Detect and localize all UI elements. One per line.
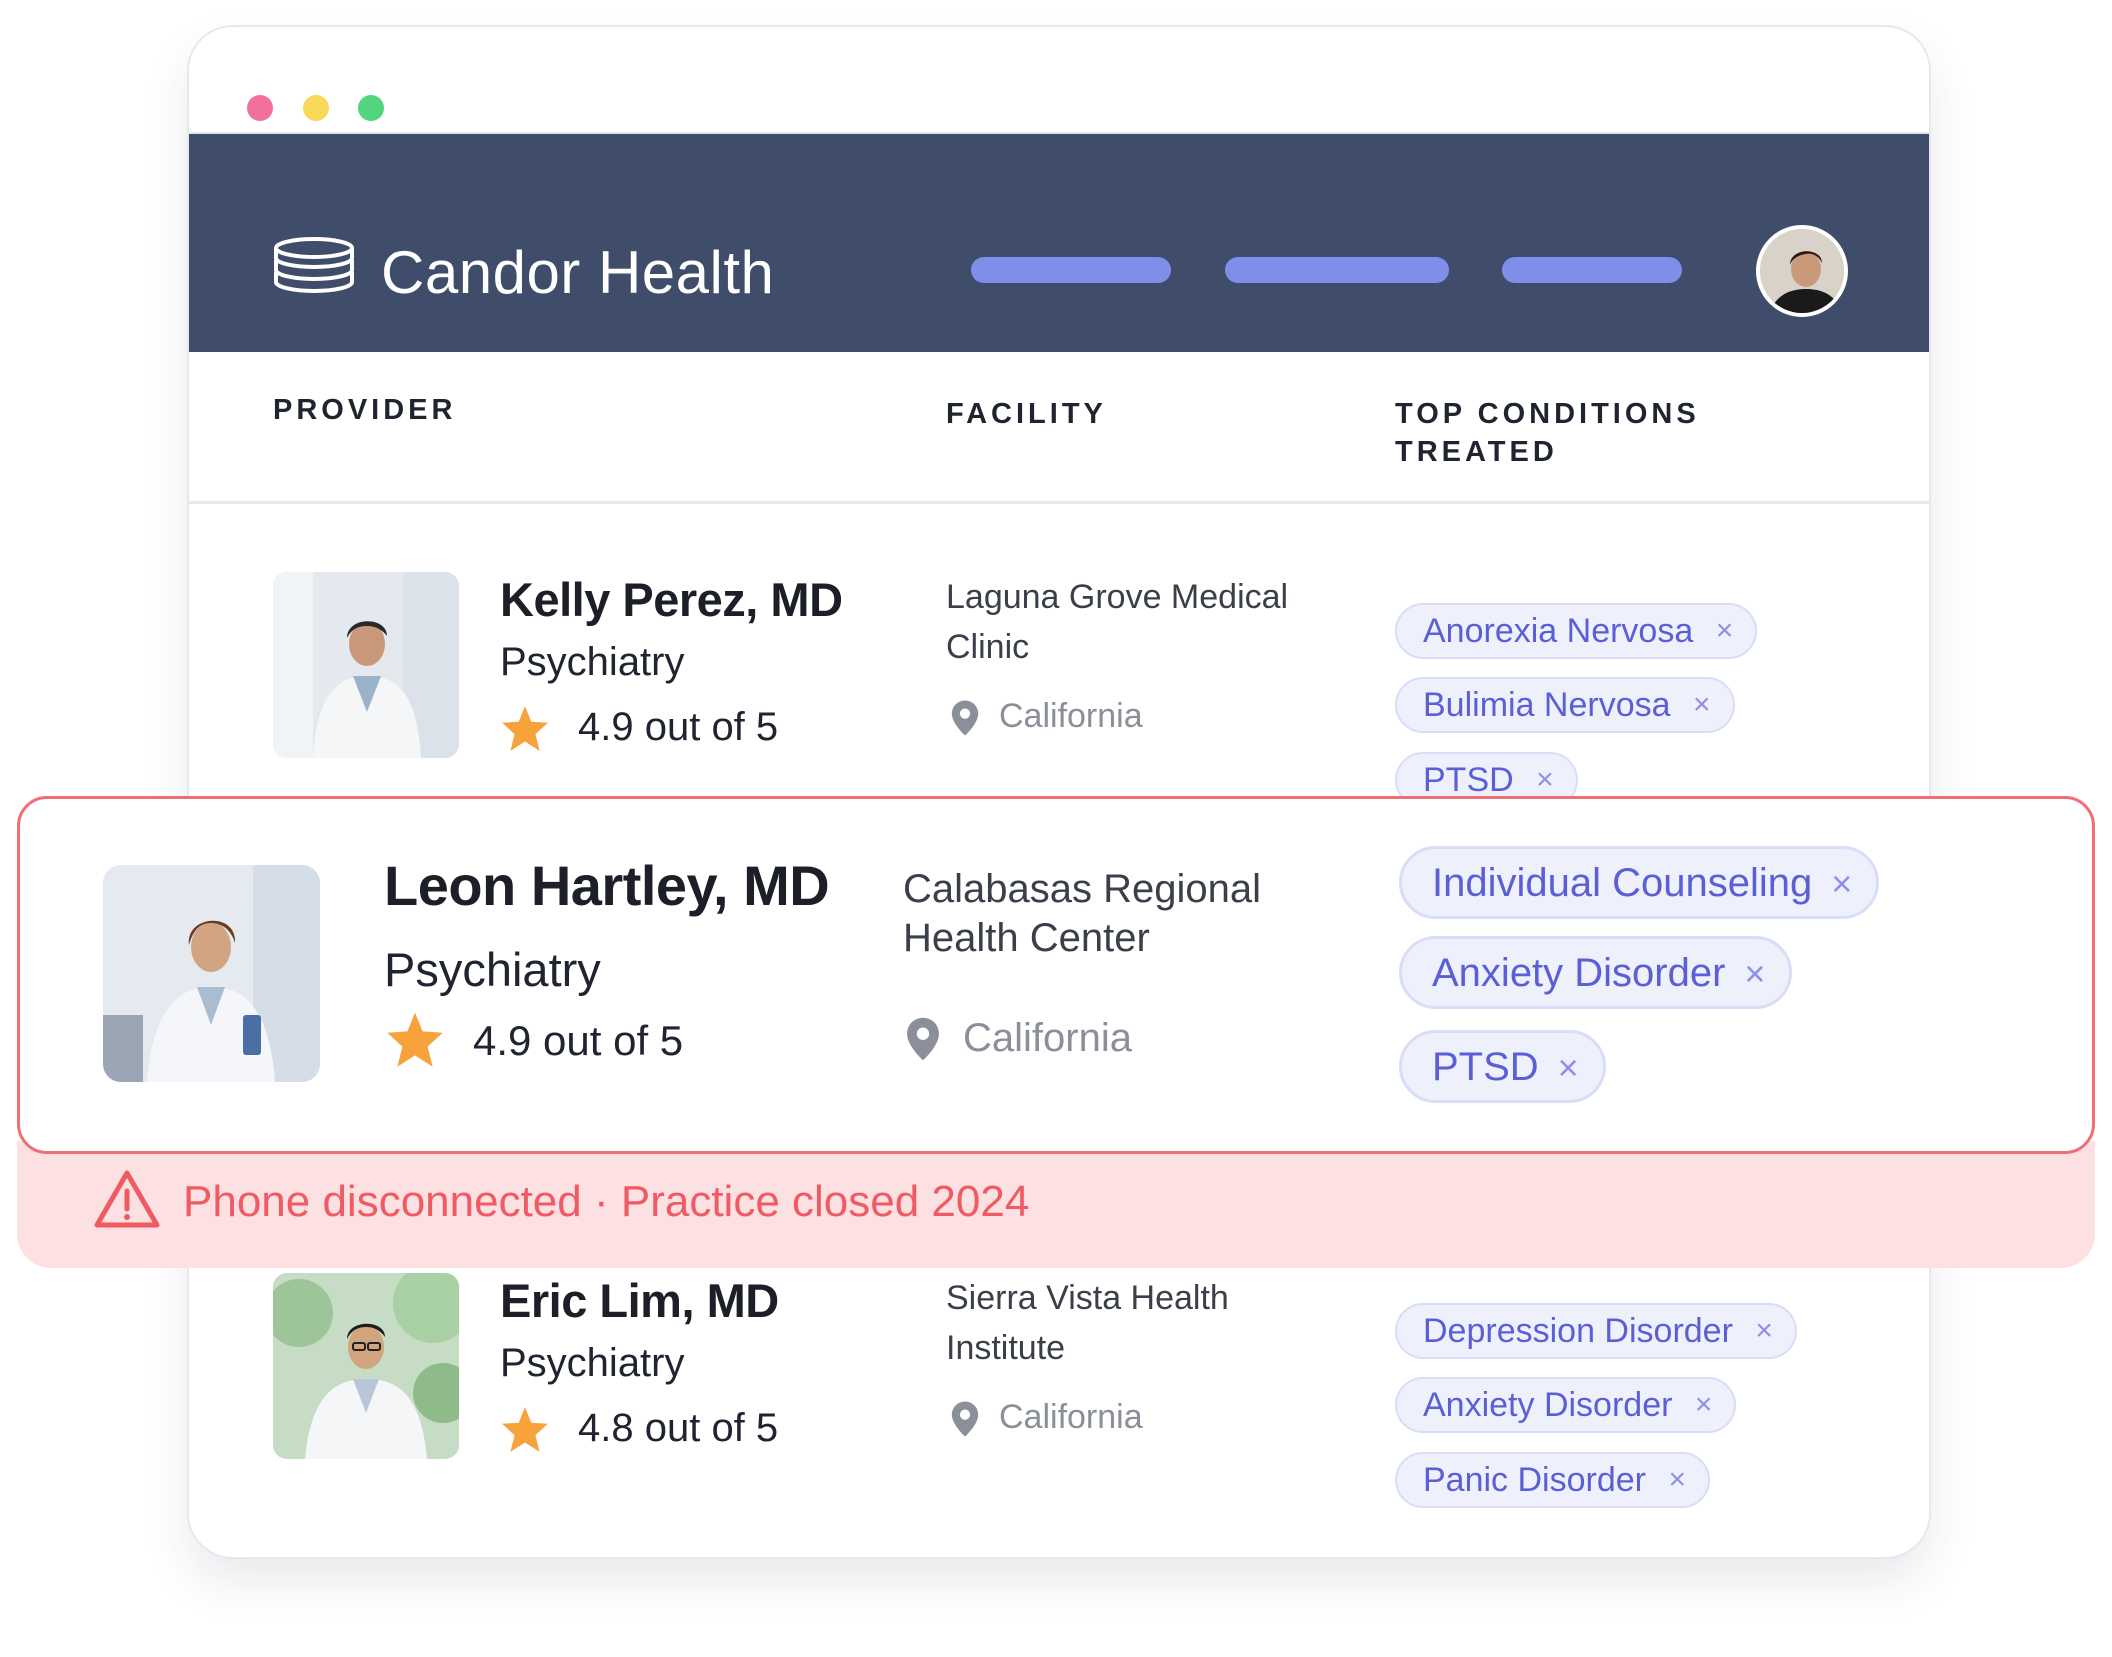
- provider-specialty: Psychiatry: [500, 640, 685, 684]
- condition-tag[interactable]: Anxiety Disorder ×: [1399, 936, 1793, 1009]
- remove-tag-icon[interactable]: ×: [1693, 679, 1711, 731]
- remove-tag-icon[interactable]: ×: [1744, 939, 1765, 1008]
- provider-photo: [273, 572, 459, 758]
- header-divider: [189, 501, 1929, 504]
- remove-tag-icon[interactable]: ×: [1695, 1379, 1713, 1431]
- brand-name[interactable]: Candor Health: [381, 238, 774, 307]
- condition-tag[interactable]: Panic Disorder ×: [1395, 1452, 1710, 1508]
- nav-item-1[interactable]: [971, 257, 1171, 283]
- star-icon: [387, 1012, 443, 1067]
- facility-name: Sierra Vista Health Institute: [946, 1273, 1326, 1373]
- condition-tag-label: Bulimia Nervosa: [1423, 686, 1671, 724]
- column-header-provider: PROVIDER: [273, 394, 457, 426]
- provider-specialty: Psychiatry: [384, 943, 601, 996]
- condition-tag-label: PTSD: [1432, 1045, 1539, 1089]
- facility-name-line2: Clinic: [946, 628, 1030, 666]
- condition-tag[interactable]: Anxiety Disorder ×: [1395, 1377, 1737, 1433]
- star-icon: [502, 1407, 548, 1452]
- provider-name[interactable]: Leon Hartley, MD: [384, 853, 830, 918]
- provider-specialty: Psychiatry: [500, 1341, 685, 1385]
- condition-tag-label: Depression Disorder: [1423, 1312, 1733, 1350]
- column-header-conditions: TOP CONDITIONS TREATED: [1395, 395, 1700, 471]
- provider-row[interactable]: Kelly Perez, MD Psychiatry 4.9 out of 5 …: [189, 572, 1929, 808]
- nav-item-3[interactable]: [1502, 257, 1682, 283]
- provider-photo: [103, 865, 320, 1082]
- condition-tag-label: Anxiety Disorder: [1423, 1386, 1673, 1424]
- rating-text: 4.9 out of 5: [578, 705, 779, 749]
- facility-name-line2: Institute: [946, 1329, 1066, 1367]
- facility-name-line1: Calabasas Regional: [903, 867, 1262, 911]
- rating-text: 4.9 out of 5: [473, 1017, 684, 1064]
- column-header-conditions-line2: TREATED: [1395, 436, 1558, 468]
- nav-item-2[interactable]: [1225, 257, 1449, 283]
- zoom-window-button[interactable]: [358, 95, 384, 121]
- facility-name-line1: Laguna Grove Medical: [946, 578, 1289, 616]
- column-header-facility: FACILITY: [946, 398, 1107, 430]
- close-window-button[interactable]: [247, 95, 273, 121]
- map-pin-icon: [907, 1017, 939, 1061]
- star-icon: [502, 706, 548, 751]
- map-pin-icon: [951, 700, 979, 736]
- user-avatar[interactable]: [1756, 225, 1848, 317]
- avatar-image: [1760, 229, 1844, 313]
- map-pin-icon: [951, 1401, 979, 1437]
- warning-triangle-icon: [94, 1170, 160, 1228]
- remove-tag-icon[interactable]: ×: [1755, 1305, 1773, 1357]
- facility-name-line2: Health Center: [903, 916, 1150, 960]
- highlighted-provider-card[interactable]: Leon Hartley, MD Psychiatry 4.9 out of 5…: [17, 796, 2095, 1154]
- condition-tag-label: Anorexia Nervosa: [1423, 612, 1694, 650]
- remove-tag-icon[interactable]: ×: [1831, 849, 1852, 918]
- condition-tag-label: Individual Counseling: [1432, 861, 1813, 905]
- remove-tag-icon[interactable]: ×: [1716, 605, 1734, 657]
- window-titlebar: [189, 27, 1929, 134]
- browser-window: Candor Health PROVIDER FACILITY TOP COND…: [189, 27, 1929, 1557]
- warning-banner: Phone disconnected · Practice closed 202…: [17, 1141, 2095, 1268]
- condition-tag-label: PTSD: [1423, 761, 1514, 799]
- rating-text: 4.8 out of 5: [578, 1406, 779, 1450]
- condition-tag[interactable]: PTSD ×: [1399, 1030, 1606, 1103]
- remove-tag-icon[interactable]: ×: [1558, 1033, 1579, 1102]
- facility-name: Calabasas Regional Health Center: [903, 865, 1303, 963]
- location-text: California: [963, 1016, 1132, 1060]
- facility-name-line1: Sierra Vista Health: [946, 1279, 1229, 1317]
- provider-photo: [273, 1273, 459, 1459]
- minimize-window-button[interactable]: [303, 95, 329, 121]
- warning-text: Phone disconnected · Practice closed 202…: [183, 1177, 1030, 1226]
- column-header-conditions-line1: TOP CONDITIONS: [1395, 398, 1700, 430]
- condition-tag[interactable]: Anorexia Nervosa ×: [1395, 603, 1758, 659]
- remove-tag-icon[interactable]: ×: [1668, 1454, 1686, 1506]
- condition-tag[interactable]: Depression Disorder ×: [1395, 1303, 1797, 1359]
- condition-tag-label: Anxiety Disorder: [1432, 951, 1726, 995]
- provider-row[interactable]: Eric Lim, MD Psychiatry 4.8 out of 5 Sie…: [189, 1273, 1929, 1508]
- location-text: California: [999, 1398, 1143, 1436]
- condition-tag[interactable]: Bulimia Nervosa ×: [1395, 677, 1735, 733]
- app-header: Candor Health: [189, 134, 1929, 352]
- stacked-discs-icon: [274, 237, 354, 293]
- location-text: California: [999, 697, 1143, 735]
- provider-name[interactable]: Eric Lim, MD: [500, 1273, 779, 1328]
- provider-name[interactable]: Kelly Perez, MD: [500, 572, 843, 627]
- facility-name: Laguna Grove Medical Clinic: [946, 572, 1326, 672]
- condition-tag[interactable]: Individual Counseling ×: [1399, 846, 1880, 919]
- condition-tag-label: Panic Disorder: [1423, 1461, 1646, 1499]
